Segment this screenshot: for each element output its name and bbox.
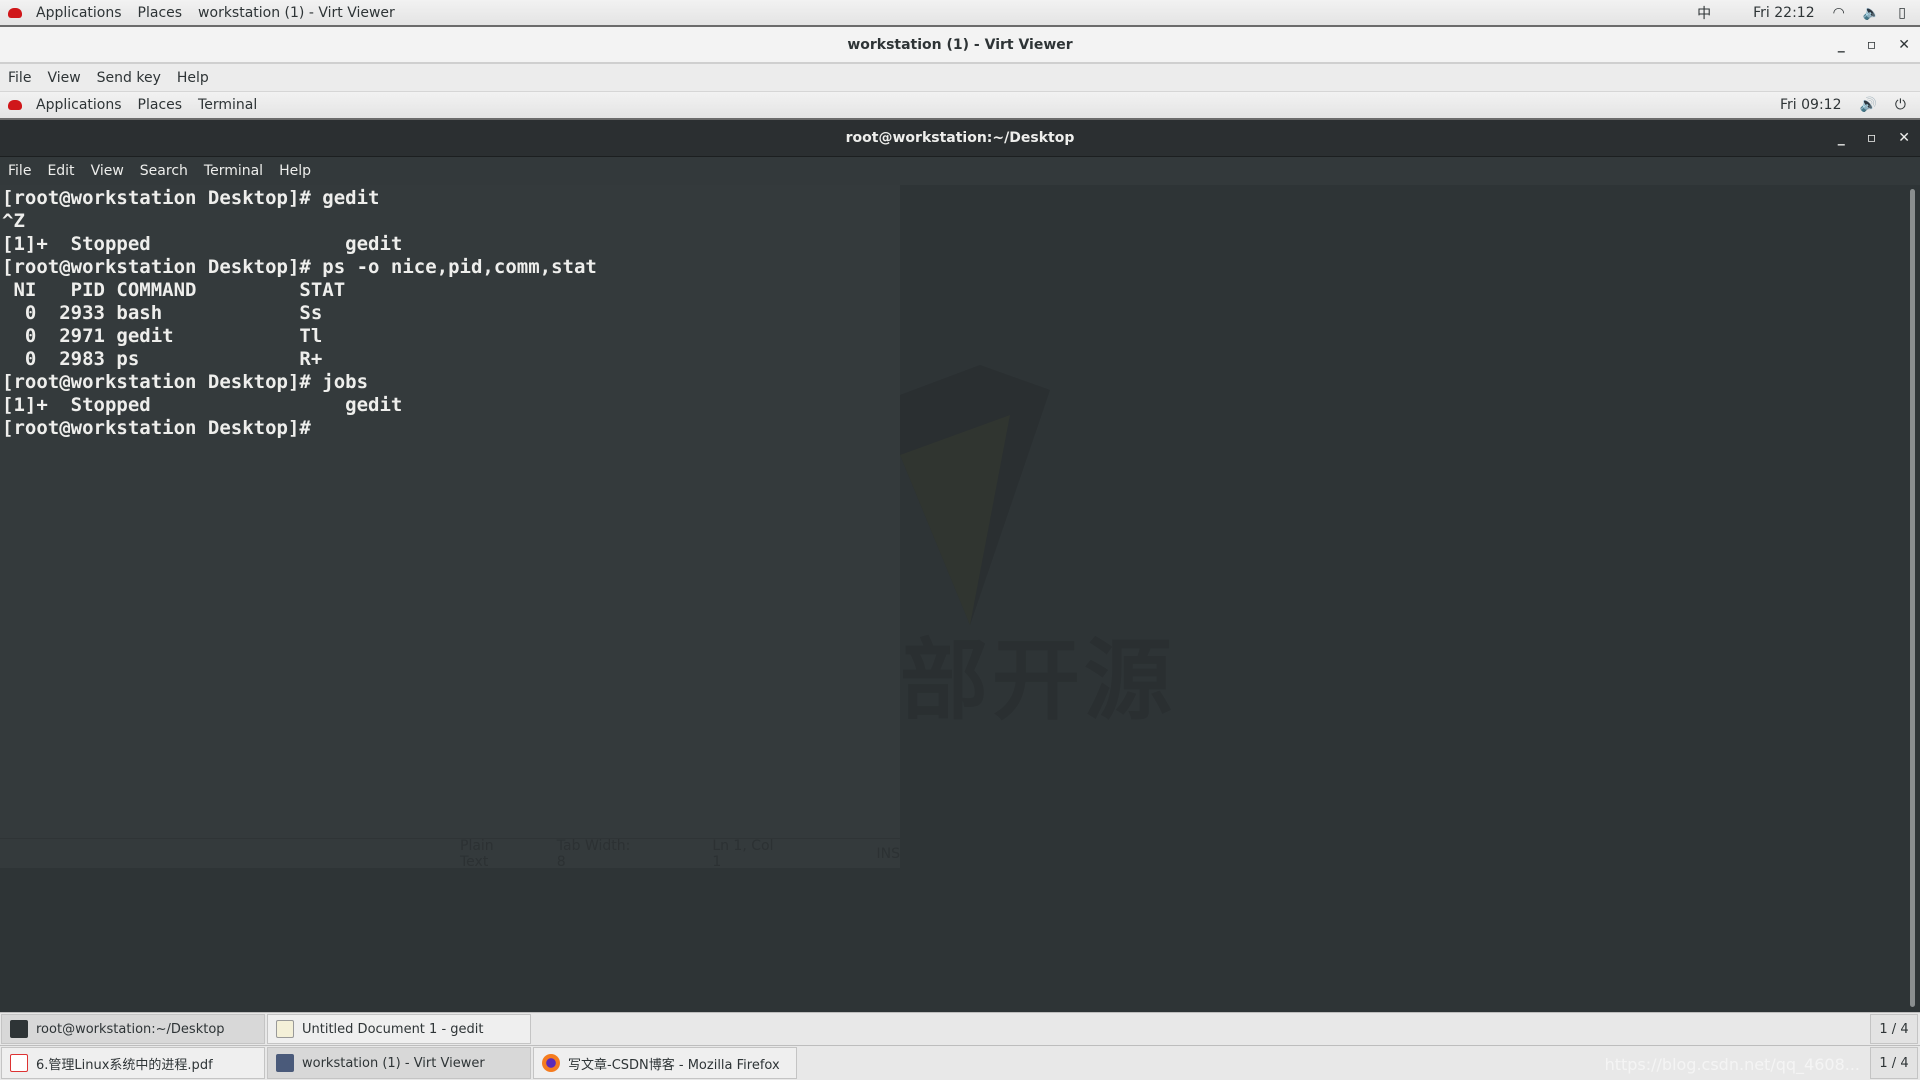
firefox-icon [542, 1054, 560, 1072]
minimize-button[interactable]: _ [1838, 130, 1845, 146]
volume-muted-icon[interactable]: 🔈 [1863, 5, 1880, 21]
pdf-icon [10, 1054, 28, 1072]
terminal-line: ^Z [2, 210, 25, 232]
virt-viewer-menubar: File View Send key Help [0, 64, 1920, 92]
syntax-selector: Plain Text [460, 837, 494, 870]
applications-menu[interactable]: Applications [28, 5, 130, 21]
terminal-line: [root@workstation Desktop]# [2, 417, 323, 439]
terminal-output: [root@workstation Desktop]# gedit ^Z [1]+ … [2, 187, 597, 440]
menu-file[interactable]: File [0, 163, 39, 179]
task-label: 6.管理Linux系统中的进程.pdf [36, 1057, 213, 1073]
task-terminal[interactable]: root@workstation:~/Desktop [1, 1014, 265, 1044]
terminal-line: 0 2971 gedit Tl [2, 325, 323, 347]
cursor-position: Ln 1, Col 1 [712, 837, 774, 870]
volume-icon[interactable]: 🔊 [1859, 97, 1876, 113]
workspace-pager[interactable]: 1 / 4 [1870, 1047, 1918, 1079]
workspace-pager[interactable]: 1 / 4 [1870, 1014, 1918, 1044]
virt-viewer-icon [276, 1054, 294, 1072]
task-gedit[interactable]: Untitled Document 1 - gedit [267, 1014, 531, 1044]
terminal-line: [1]+ Stopped gedit [2, 233, 403, 255]
task-pdf[interactable]: 6.管理Linux系统中的进程.pdf [1, 1047, 265, 1079]
redhat-icon [8, 7, 22, 18]
guest-places-menu[interactable]: Places [130, 97, 191, 113]
terminal-line: [root@workstation Desktop]# gedit [2, 187, 380, 209]
power-icon[interactable]: ⏻ [1895, 97, 1906, 113]
clock[interactable]: Fri 22:12 [1753, 5, 1814, 21]
menu-edit[interactable]: Edit [39, 163, 82, 179]
guest-applications-menu[interactable]: Applications [28, 97, 130, 113]
terminal-line: [root@workstation Desktop]# ps -o nice,p… [2, 256, 597, 278]
redhat-icon [8, 100, 22, 110]
task-firefox[interactable]: 写文章-CSDN博客 - Mozilla Firefox [533, 1047, 797, 1079]
host-taskbar: 6.管理Linux系统中的进程.pdf workstation (1) - Vi… [0, 1045, 1920, 1080]
window-title: workstation (1) - Virt Viewer [847, 36, 1073, 53]
terminal-line: NI PID COMMAND STAT [2, 279, 346, 301]
tab-width-selector: Tab Width: 8 [556, 837, 631, 870]
task-label: workstation (1) - Virt Viewer [302, 1055, 485, 1071]
close-button[interactable]: ✕ [1898, 130, 1910, 146]
ghost-gedit-statusbar: Plain Text Tab Width: 8 Ln 1, Col 1 INS [0, 837, 901, 870]
terminal-line: [1]+ Stopped gedit [2, 394, 403, 416]
insert-mode: INS [876, 845, 901, 862]
wifi-icon[interactable]: ◠ [1833, 5, 1845, 21]
guest-taskbar: root@workstation:~/Desktop Untitled Docu… [0, 1012, 1920, 1045]
guest-top-bar: Applications Places Terminal Fri 09:12 🔊… [0, 92, 1920, 120]
guest-app-menu[interactable]: Terminal [190, 97, 265, 113]
maximize-button[interactable]: ▫ [1867, 37, 1877, 53]
places-menu[interactable]: Places [130, 5, 191, 21]
active-window-menu[interactable]: workstation (1) - Virt Viewer [190, 5, 403, 21]
menu-file[interactable]: File [0, 70, 39, 86]
task-label: 写文章-CSDN博客 - Mozilla Firefox [568, 1057, 780, 1073]
terminal-title: root@workstation:~/Desktop [845, 130, 1075, 146]
terminal-titlebar: root@workstation:~/Desktop _ ▫ ✕ [0, 120, 1920, 157]
terminal-line: 0 2983 ps R+ [2, 348, 323, 370]
terminal-menubar: File Edit View Search Terminal Help [0, 157, 1920, 185]
menu-view[interactable]: View [39, 70, 88, 86]
menu-help[interactable]: Help [271, 163, 319, 179]
maximize-button[interactable]: ▫ [1867, 130, 1877, 146]
input-method-indicator[interactable]: 中 [1697, 3, 1711, 23]
task-label: Untitled Document 1 - gedit [302, 1021, 484, 1037]
close-button[interactable]: ✕ [1898, 37, 1910, 53]
task-virt-viewer[interactable]: workstation (1) - Virt Viewer [267, 1047, 531, 1079]
virt-viewer-titlebar: workstation (1) - Virt Viewer _ ▫ ✕ [0, 27, 1920, 64]
menu-terminal[interactable]: Terminal [196, 163, 271, 179]
menu-search[interactable]: Search [132, 163, 196, 179]
menu-view[interactable]: View [83, 163, 132, 179]
terminal-icon [10, 1020, 28, 1038]
gedit-icon [276, 1020, 294, 1038]
menu-send-key[interactable]: Send key [89, 70, 169, 86]
terminal-line: 0 2933 bash Ss [2, 302, 323, 324]
terminal-scrollbar[interactable] [1905, 185, 1920, 1012]
menu-help[interactable]: Help [169, 70, 217, 86]
guest-clock[interactable]: Fri 09:12 [1780, 97, 1841, 113]
host-top-bar: Applications Places workstation (1) - Vi… [0, 0, 1920, 27]
terminal-content[interactable]: Plain Text Tab Width: 8 Ln 1, Col 1 INS … [0, 185, 1905, 1012]
watermark-logo-text: 部开源 [900, 629, 1177, 732]
minimize-button[interactable]: _ [1838, 37, 1845, 53]
task-label: root@workstation:~/Desktop [36, 1021, 225, 1037]
terminal-line: [root@workstation Desktop]# jobs [2, 371, 369, 393]
watermark-url: https://blog.csdn.net/qq_4608... [1604, 1055, 1860, 1074]
battery-icon[interactable]: ▯ [1898, 5, 1906, 21]
